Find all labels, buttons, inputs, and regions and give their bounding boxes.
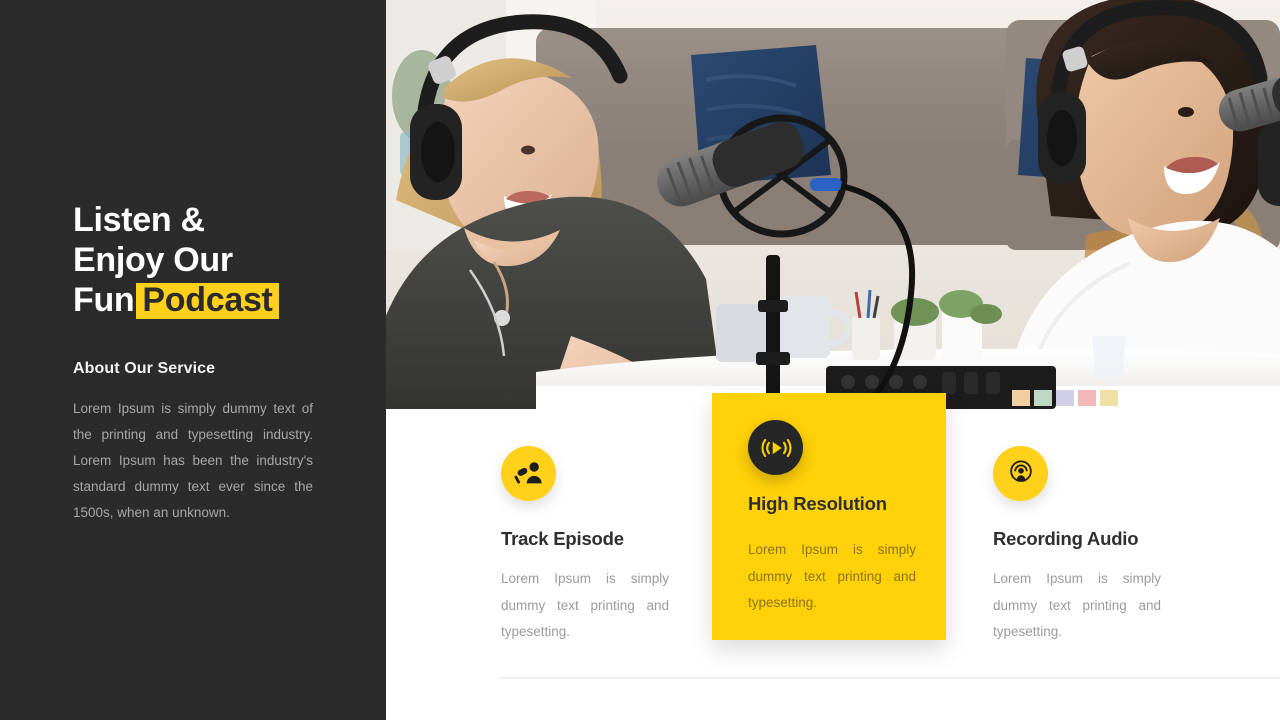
feature-card-high-resolution[interactable]: High Resolution Lorem Ipsum is simply du… <box>712 393 946 640</box>
page-title: Listen & Enjoy Our Fun Podcast <box>73 200 328 320</box>
microphone-speaker-icon <box>501 446 556 501</box>
hero-image <box>386 0 1280 409</box>
headline-line-2: Enjoy Our <box>73 241 233 279</box>
headline-highlight-podcast: Podcast <box>136 283 279 319</box>
about-paragraph: Lorem Ipsum is simply dummy text of the … <box>73 401 313 520</box>
bottom-divider <box>500 677 1280 679</box>
feature-card-recording-audio[interactable]: Recording Audio Lorem Ipsum is simply du… <box>993 409 1223 646</box>
sidebar-content: Listen & Enjoy Our Fun Podcast About Our … <box>73 200 328 526</box>
section-subheading: About Our Service <box>73 360 216 377</box>
sidebar-panel: Listen & Enjoy Our Fun Podcast About Our … <box>0 0 386 720</box>
play-soundwave-icon <box>748 420 803 475</box>
card-title: High Resolution <box>748 493 887 514</box>
card-description: Lorem Ipsum is simply dummy text printin… <box>993 571 1161 639</box>
card-title: Track Episode <box>501 528 624 549</box>
podcast-studio-photo <box>386 0 1280 409</box>
card-description: Lorem Ipsum is simply dummy text printin… <box>748 542 916 610</box>
feature-card-track-episode[interactable]: Track Episode Lorem Ipsum is simply dumm… <box>501 409 731 646</box>
card-title: Recording Audio <box>993 528 1139 549</box>
headline-line-3: Fun <box>73 281 135 319</box>
podcast-broadcast-icon <box>993 446 1048 501</box>
card-description: Lorem Ipsum is simply dummy text printin… <box>501 571 669 639</box>
headline-line-1: Listen & <box>73 201 205 239</box>
